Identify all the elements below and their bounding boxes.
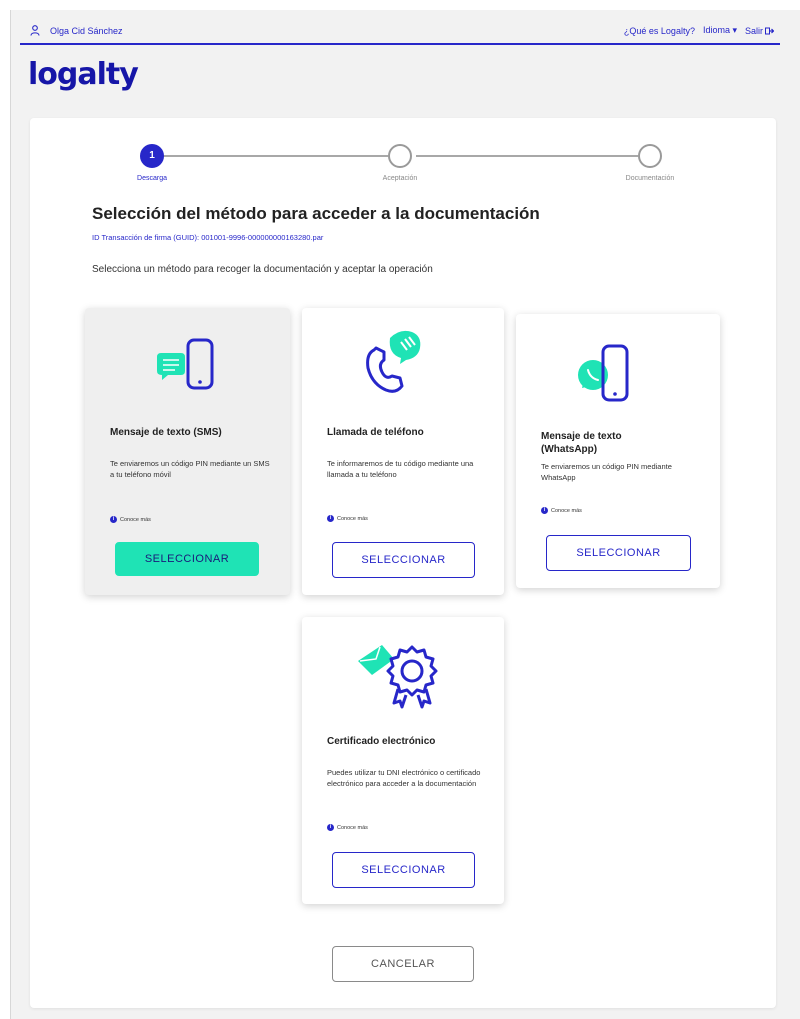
info-icon: i (541, 507, 548, 514)
certificate-more-link[interactable]: i Conoce más (327, 824, 368, 831)
language-menu[interactable]: Idioma ▾ (703, 25, 737, 36)
progress-stepper: 1 Descarga Aceptación Documentación (30, 118, 776, 188)
step-1-indicator: 1 (140, 144, 164, 168)
step-1-label: Descarga (137, 175, 167, 182)
method-card-whatsapp[interactable]: Mensaje de texto (WhatsApp) Te enviaremo… (516, 314, 720, 588)
step-3-label: Documentación (625, 175, 675, 182)
about-link[interactable]: ¿Qué es Logalty? (624, 26, 695, 36)
logout-icon (765, 27, 774, 34)
phone-call-title: Llamada de teléfono (327, 427, 424, 438)
whatsapp-description: Te enviaremos un código PIN mediante Wha… (541, 462, 672, 482)
logout-link[interactable]: Salir (745, 26, 774, 36)
certificate-description: Puedes utilizar tu DNI electrónico o cer… (327, 768, 481, 788)
whatsapp-phone-icon (578, 344, 629, 402)
select-certificate-button[interactable]: SELECCIONAR (332, 852, 475, 888)
select-sms-button[interactable]: SELECCIONAR (115, 542, 259, 576)
step-3-indicator (638, 144, 662, 168)
top-bar: Olga Cid Sánchez ¿Qué es Logalty? Idioma… (20, 19, 780, 45)
user-menu[interactable]: Olga Cid Sánchez (30, 25, 123, 36)
whatsapp-more-label: Conoce más (551, 507, 582, 514)
whatsapp-more-link[interactable]: i Conoce más (541, 507, 582, 514)
sms-more-label: Conoce más (120, 516, 151, 523)
logout-label: Salir (744, 25, 763, 36)
certificate-title: Certificado electrónico (327, 736, 436, 747)
phone-call-more-link[interactable]: i Conoce más (327, 515, 368, 522)
whatsapp-title: Mensaje de texto (WhatsApp) (541, 431, 622, 455)
phone-call-description: Te informaremos de tu código mediante un… (327, 459, 474, 479)
cancel-button[interactable]: CANCELAR (332, 946, 474, 982)
page-title: Selección del método para acceder a la d… (92, 204, 540, 223)
transaction-guid: ID Transacción de firma (GUID): 001001-9… (92, 233, 324, 242)
sms-title: Mensaje de texto (SMS) (110, 427, 222, 438)
select-phone-call-button[interactable]: SELECCIONAR (332, 542, 475, 578)
sms-more-link[interactable]: i Conoce más (110, 516, 151, 523)
info-icon: i (110, 516, 117, 523)
step-connector (416, 155, 638, 157)
info-icon: i (327, 515, 334, 522)
instructions-text: Selecciona un método para recoger la doc… (92, 264, 433, 275)
step-2-indicator (388, 144, 412, 168)
sms-phone-icon (157, 338, 214, 390)
step-connector (152, 155, 388, 157)
phone-call-icon (366, 330, 421, 393)
certificate-more-label: Conoce más (337, 824, 368, 831)
user-name-text: Olga Cid Sánchez (50, 25, 123, 36)
info-icon: i (327, 824, 334, 831)
method-card-sms[interactable]: Mensaje de texto (SMS) Te enviaremos un … (85, 308, 290, 595)
certificate-icon (358, 645, 438, 709)
method-card-certificate[interactable]: Certificado electrónico Puedes utilizar … (302, 617, 504, 904)
logalty-logo[interactable]: logalty (28, 57, 139, 92)
sms-description: Te enviaremos un código PIN mediante un … (110, 459, 270, 479)
phone-call-more-label: Conoce más (337, 515, 368, 522)
select-whatsapp-button[interactable]: SELECCIONAR (546, 535, 691, 571)
main-card: 1 Descarga Aceptación Documentación Sele… (30, 118, 776, 1008)
top-nav: ¿Qué es Logalty? Idioma ▾ Salir (624, 25, 774, 36)
method-card-phone-call[interactable]: Llamada de teléfono Te informaremos de t… (302, 308, 504, 595)
user-icon (30, 25, 40, 36)
step-2-label: Aceptación (382, 175, 418, 182)
